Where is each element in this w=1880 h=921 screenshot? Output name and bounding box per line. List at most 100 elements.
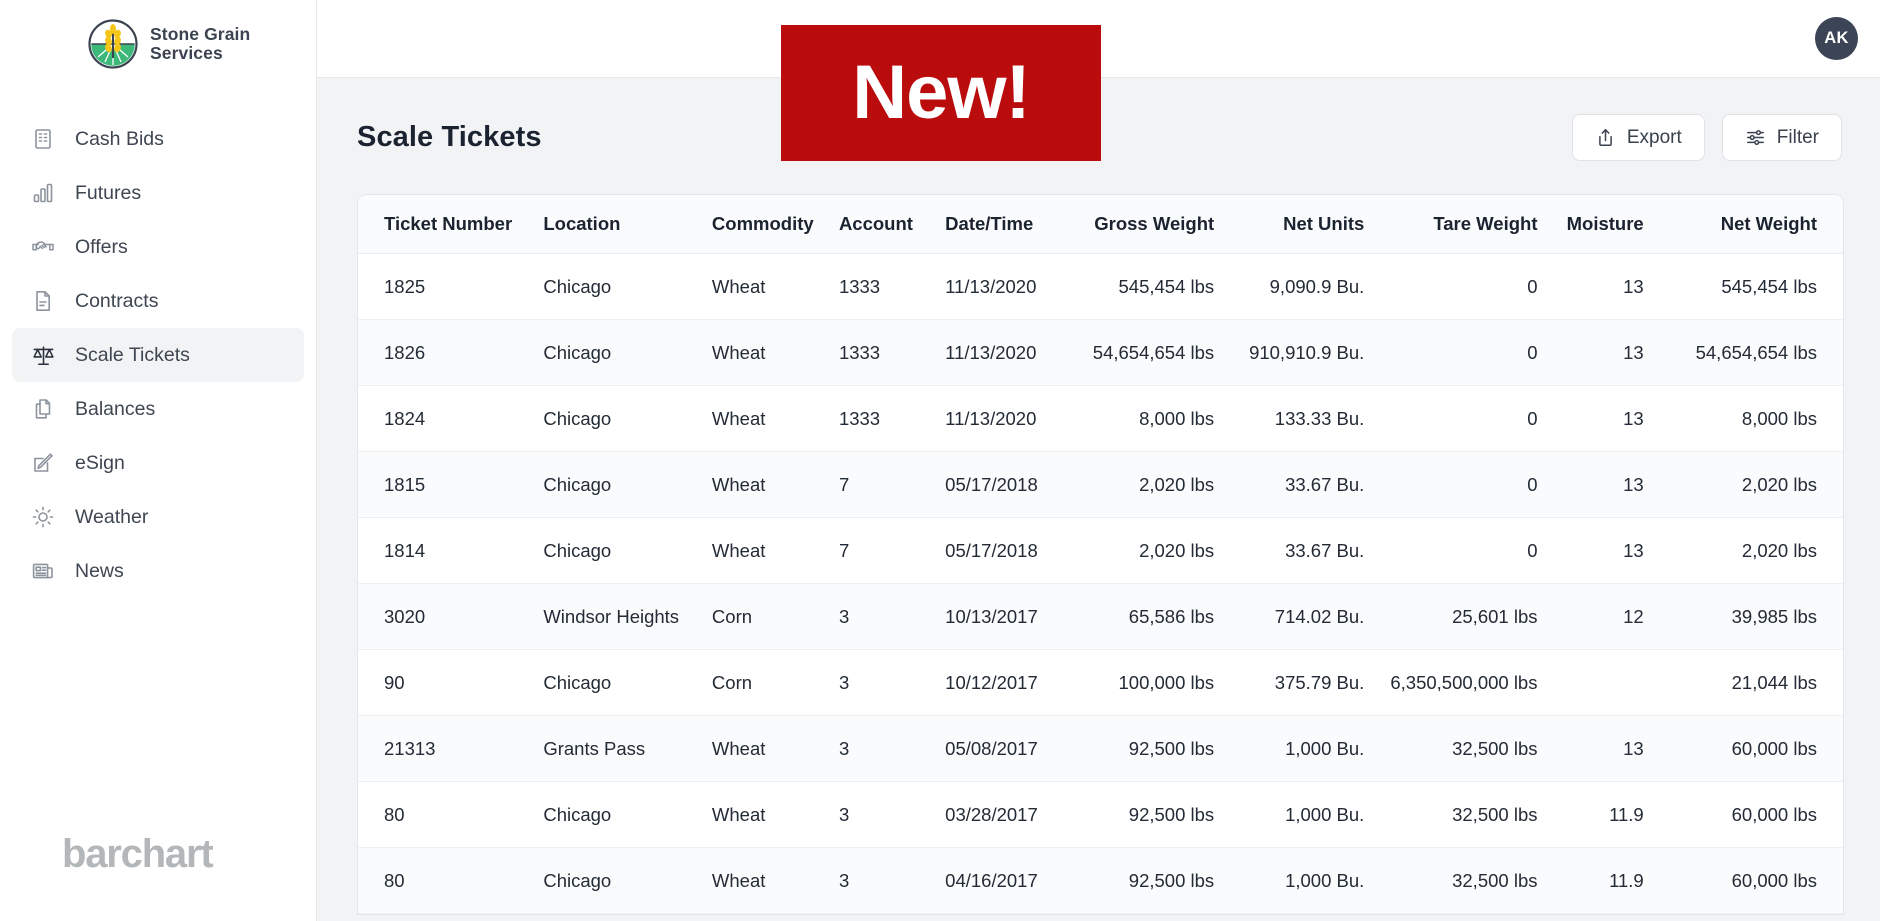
table-row[interactable]: 1825 Chicago Wheat 1333 11/13/2020 545,454 lb… [358, 253, 1843, 320]
table-row[interactable]: 80 Chicago Wheat 3 04/16/2017 92,500 lbs 1,000… [358, 847, 1843, 914]
table-cell: 100,000 lbs [1066, 649, 1241, 716]
sidebar-nav: Cash Bids Futures Offers Contracts Scale… [0, 112, 316, 598]
table-row[interactable]: 3020 Windsor Heights Corn 3 10/13/2017 65,586… [358, 583, 1843, 650]
column-header[interactable]: Commodity [685, 195, 814, 254]
table-cell: 21313 [358, 715, 518, 782]
sidebar-item-weather[interactable]: Weather [12, 490, 304, 544]
sidebar-item-label: Balances [75, 397, 156, 420]
column-header[interactable]: Net Weight [1669, 195, 1843, 254]
avatar[interactable]: AK [1815, 17, 1858, 60]
column-header[interactable]: Moisture [1563, 195, 1670, 254]
column-header[interactable]: Gross Weight [1066, 195, 1241, 254]
brand-logo[interactable]: Stone Grain Services [0, 0, 316, 70]
table-cell: 11/13/2020 [919, 253, 1067, 320]
table-cell: 13 [1563, 517, 1670, 584]
table-cell: 1,000 Bu. [1240, 781, 1391, 848]
column-header[interactable]: Location [517, 195, 686, 254]
brand-name-line1: Stone Grain [150, 24, 251, 44]
table-cell: Chicago [517, 847, 686, 914]
sidebar-item-news[interactable]: News [12, 544, 304, 598]
table-cell: 8,000 lbs [1669, 385, 1843, 452]
column-header[interactable]: Net Units [1240, 195, 1391, 254]
table-cell: 1333 [812, 319, 920, 386]
table-cell: 7 [812, 451, 920, 518]
sidebar-item-cash-bids[interactable]: Cash Bids [12, 112, 304, 166]
table-header: Ticket Number Location Commodity Account Dat… [358, 195, 1843, 254]
table-cell: 0 [1390, 385, 1564, 452]
table-cell: Corn [685, 649, 813, 716]
filter-button[interactable]: Filter [1721, 114, 1842, 161]
table-cell: Grants Pass [517, 715, 686, 782]
table-cell: Wheat [685, 319, 813, 386]
table-cell: Chicago [517, 517, 686, 584]
table-cell: 0 [1390, 319, 1564, 386]
sidebar-item-label: Weather [75, 505, 149, 528]
column-header[interactable]: Date/Time [919, 195, 1067, 254]
sidebar-item-scale-tickets[interactable]: Scale Tickets [12, 328, 304, 382]
scales-icon [30, 342, 56, 368]
table-cell: 10/13/2017 [919, 583, 1067, 650]
table-cell: 32,500 lbs [1390, 715, 1564, 782]
table-cell: 3020 [358, 583, 518, 650]
table-cell: 3 [812, 715, 920, 782]
table-row[interactable]: 1815 Chicago Wheat 7 05/17/2018 2,020 lbs 33.6… [358, 451, 1843, 518]
sidebar-item-esign[interactable]: eSign [12, 436, 304, 490]
table-cell: 0 [1390, 253, 1564, 320]
table-header-row: Ticket Number Location Commodity Account Dat… [358, 195, 1843, 254]
table-cell: 11.9 [1563, 781, 1670, 848]
table-cell: Chicago [517, 385, 686, 452]
table-cell: 92,500 lbs [1066, 781, 1241, 848]
table-cell: Chicago [517, 649, 686, 716]
content-area: Scale Tickets Export Filter Ticket Numbe… [317, 78, 1880, 921]
column-header[interactable]: Account [812, 195, 920, 254]
table-cell: 545,454 lbs [1669, 253, 1843, 320]
sidebar-item-label: News [75, 559, 124, 582]
table-cell: 32,500 lbs [1390, 781, 1564, 848]
table-cell: Chicago [517, 451, 686, 518]
table-cell: 11.9 [1563, 847, 1670, 914]
table-cell: 133.33 Bu. [1240, 385, 1391, 452]
column-header[interactable]: Tare Weight [1390, 195, 1564, 254]
table-cell: 2,020 lbs [1669, 451, 1843, 518]
table-cell: 11/13/2020 [919, 385, 1067, 452]
table-cell: 2,020 lbs [1669, 517, 1843, 584]
table-cell: 6,350,500,000 lbs [1390, 649, 1564, 716]
table-cell: 12 [1563, 583, 1670, 650]
export-button[interactable]: Export [1571, 114, 1705, 161]
table-cell: 0 [1390, 517, 1564, 584]
sidebar-item-balances[interactable]: Balances [12, 382, 304, 436]
pencil-square-icon [30, 450, 56, 476]
table-body: 1825 Chicago Wheat 1333 11/13/2020 545,454 lb… [358, 253, 1843, 914]
sidebar-item-label: eSign [75, 451, 125, 474]
sidebar-item-offers[interactable]: Offers [12, 220, 304, 274]
table-cell: Chicago [517, 253, 686, 320]
sidebar-item-contracts[interactable]: Contracts [12, 274, 304, 328]
table-cell: 7 [812, 517, 920, 584]
new-banner: New! [781, 25, 1101, 161]
column-header[interactable]: Ticket Number [358, 195, 518, 254]
table-cell: 80 [358, 847, 518, 914]
app-root: Stone Grain Services Cash Bids Futures O… [0, 0, 1880, 921]
table-cell: Wheat [685, 781, 813, 848]
table-cell: 54,654,654 lbs [1669, 319, 1843, 386]
table-cell: 13 [1563, 253, 1670, 320]
table-cell: Chicago [517, 781, 686, 848]
sliders-icon [1745, 127, 1766, 148]
table-row[interactable]: 1814 Chicago Wheat 7 05/17/2018 2,020 lbs 33.6… [358, 517, 1843, 584]
table-cell: 1333 [812, 385, 920, 452]
table-cell: 32,500 lbs [1390, 847, 1564, 914]
sidebar-item-futures[interactable]: Futures [12, 166, 304, 220]
table-row[interactable]: 1824 Chicago Wheat 1333 11/13/2020 8,000 lbs 1… [358, 385, 1843, 452]
table-cell: 3 [812, 649, 920, 716]
table-cell: Wheat [685, 385, 813, 452]
table-cell: 13 [1563, 319, 1670, 386]
building-icon [30, 126, 56, 152]
table-row[interactable]: 90 Chicago Corn 3 10/12/2017 100,000 lbs 375.7… [358, 649, 1843, 716]
table-row[interactable]: 80 Chicago Wheat 3 03/28/2017 92,500 lbs 1,000… [358, 781, 1843, 848]
wheat-field-circle-logo [87, 18, 139, 70]
table-cell: 03/28/2017 [919, 781, 1067, 848]
table-cell: 92,500 lbs [1066, 715, 1241, 782]
table-row[interactable]: 1826 Chicago Wheat 1333 11/13/2020 54,654,654… [358, 319, 1843, 386]
table-cell: 375.79 Bu. [1240, 649, 1391, 716]
table-row[interactable]: 21313 Grants Pass Wheat 3 05/08/2017 92,500 l… [358, 715, 1843, 782]
